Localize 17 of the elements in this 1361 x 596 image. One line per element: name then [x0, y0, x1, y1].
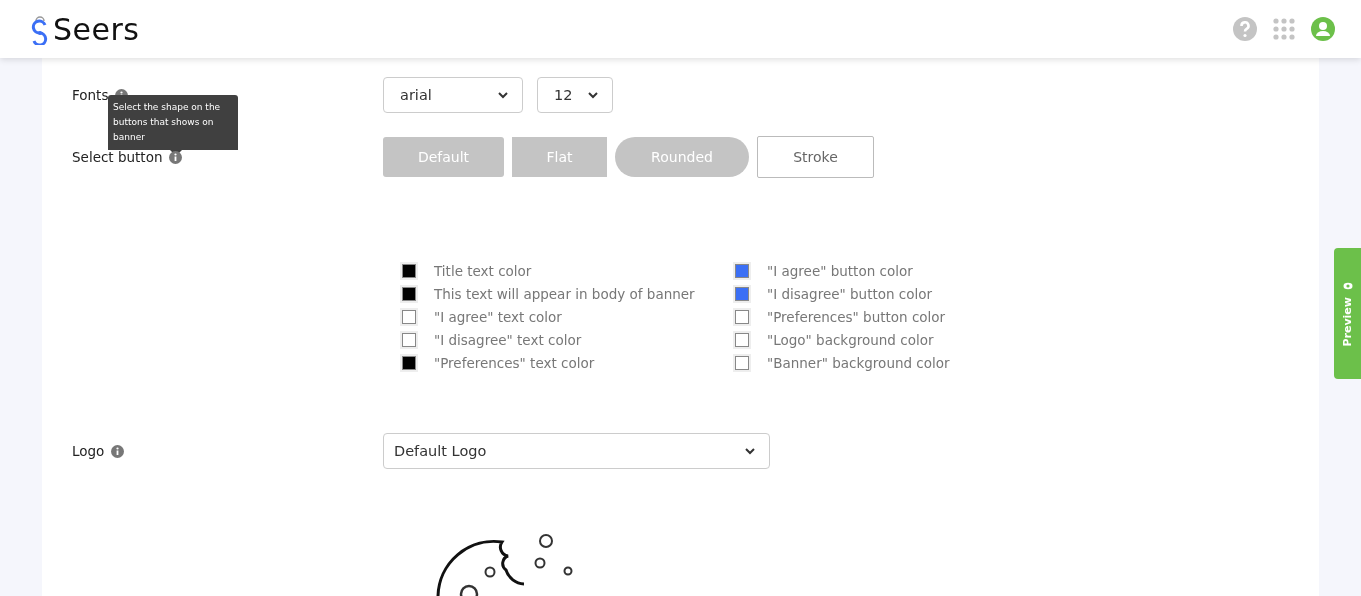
color-label: Title text color	[434, 262, 532, 279]
brand-name: Seers	[53, 11, 140, 47]
color-label: This text will appear in body of banner	[434, 285, 695, 302]
color-label: "I disagree" button color	[767, 285, 933, 302]
logo-label: Logo	[72, 443, 105, 459]
font-size-select[interactable]: 12	[537, 77, 613, 113]
color-label: "I agree" button color	[767, 262, 913, 279]
logo-select[interactable]: Default Logo	[383, 433, 770, 469]
stroke-shape-button[interactable]: Stroke	[757, 136, 874, 178]
fonts-label: Fonts	[72, 87, 109, 103]
color-label: "Preferences" button color	[767, 308, 946, 325]
color-label: "I disagree" text color	[434, 331, 582, 348]
font-family-select[interactable]: arial	[383, 77, 523, 113]
color-label: "Banner" background color	[767, 354, 950, 371]
color-label: "I agree" text color	[434, 308, 562, 325]
color-label: "Preferences" text color	[434, 354, 595, 371]
color-label: "Logo" background color	[767, 331, 934, 348]
